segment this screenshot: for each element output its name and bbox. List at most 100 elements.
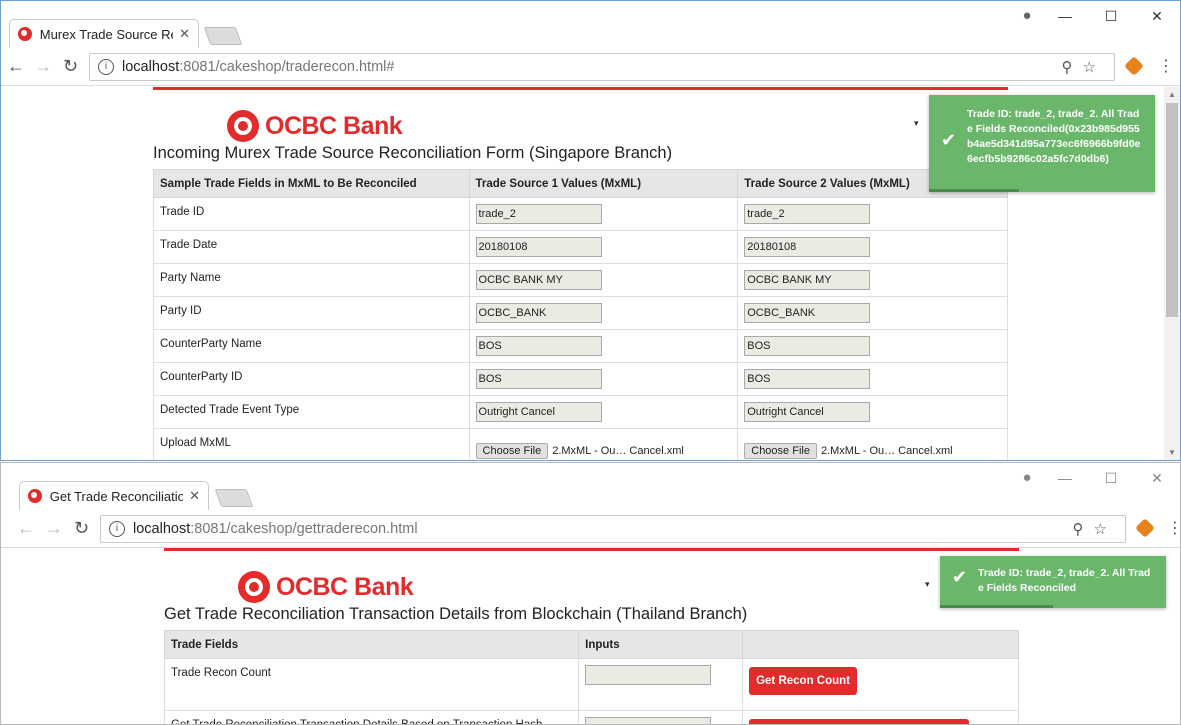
- header-rule: [153, 87, 1008, 90]
- header-rule: [164, 548, 1019, 551]
- table-row: Detected Trade Event Type Outright Cance…: [153, 395, 1008, 429]
- field-label: CounterParty ID: [153, 362, 470, 396]
- check-icon: ✔: [952, 567, 968, 587]
- table-row: Trade ID trade_2 trade_2: [153, 197, 1008, 231]
- browser-tab[interactable]: Get Trade Reconciliation ✕: [19, 481, 209, 510]
- forward-icon[interactable]: →: [45, 518, 63, 539]
- recon-count-input[interactable]: [585, 665, 712, 685]
- source1-field[interactable]: OCBC BANK MY: [475, 270, 602, 290]
- new-tab-button[interactable]: [203, 27, 243, 45]
- tab-title: Get Trade Reconciliation: [49, 488, 184, 504]
- address-host: localhost: [133, 521, 191, 537]
- new-tab-button[interactable]: [214, 489, 254, 507]
- address-bar[interactable]: i localhost:8081/cakeshop/traderecon.htm…: [89, 53, 1115, 81]
- field-label: CounterParty Name: [153, 329, 470, 363]
- metamask-extension-icon[interactable]: [1124, 56, 1144, 76]
- toast-message: Trade ID: trade_2, trade_2. All Trade Fi…: [967, 108, 1141, 165]
- table-row: CounterParty ID BOS BOS: [153, 362, 1008, 396]
- source2-field[interactable]: BOS: [744, 369, 871, 389]
- success-toast[interactable]: ✔ Trade ID: trade_2, trade_2. All Trade …: [940, 556, 1166, 608]
- menu-icon[interactable]: ⋮: [1158, 56, 1174, 76]
- transaction-hash-input[interactable]: [585, 717, 712, 724]
- source1-field[interactable]: BOS: [475, 369, 602, 389]
- column-header: Trade Fields: [163, 630, 580, 659]
- ocbc-logo-icon: [227, 110, 259, 142]
- ocbc-logo-icon: [238, 571, 270, 603]
- source1-field[interactable]: Outright Cancel: [475, 402, 602, 422]
- field-label: Detected Trade Event Type: [153, 395, 470, 429]
- source1-field[interactable]: BOS: [475, 336, 602, 356]
- toolbar: ← → ↻ i localhost:8081/cakeshop/traderec…: [1, 48, 1180, 86]
- reload-icon[interactable]: ↻: [74, 518, 89, 539]
- tab-title: Murex Trade Source Reconciliation: [39, 26, 173, 42]
- menu-icon[interactable]: ⋮: [1167, 518, 1180, 538]
- dropdown-icon[interactable]: ▾: [914, 118, 919, 129]
- choose-file-button-1[interactable]: Choose File: [475, 443, 549, 459]
- metamask-extension-icon[interactable]: [1135, 518, 1155, 538]
- source2-field[interactable]: OCBC_BANK: [744, 303, 871, 323]
- zoom-icon[interactable]: ⚲: [1073, 521, 1094, 538]
- source2-field[interactable]: 20180108: [744, 237, 871, 257]
- reload-icon[interactable]: ↻: [63, 56, 78, 77]
- back-icon[interactable]: ←: [7, 56, 25, 77]
- browser-window-traderecon: Murex Trade Source Reconciliation ✕ ● — …: [0, 0, 1181, 461]
- table-row: Party ID OCBC_BANK OCBC_BANK: [153, 296, 1008, 330]
- close-window-button[interactable]: ✕: [1134, 467, 1180, 489]
- success-toast[interactable]: ✔ Trade ID: trade_2, trade_2. All Trade …: [929, 95, 1155, 192]
- source1-field[interactable]: OCBC_BANK: [475, 303, 602, 323]
- dropdown-icon[interactable]: ▾: [925, 579, 930, 590]
- close-window-button[interactable]: ✕: [1134, 5, 1180, 27]
- maximize-button[interactable]: ☐: [1088, 467, 1134, 489]
- field-label: Trade Date: [153, 230, 470, 264]
- page-title: Get Trade Reconciliation Transaction Det…: [164, 605, 748, 623]
- ocbc-logo: OCBC Bank: [227, 110, 403, 142]
- source2-field[interactable]: trade_2: [744, 204, 871, 224]
- file-name-2: 2.MxML - Ou… Cancel.xml: [820, 445, 953, 457]
- browser-tab[interactable]: Murex Trade Source Reconciliation ✕: [9, 19, 199, 48]
- recon-details-table: Trade Fields Inputs Trade Recon Count Ge…: [163, 630, 1019, 724]
- source2-field[interactable]: BOS: [744, 336, 871, 356]
- account-icon[interactable]: ●: [1012, 5, 1042, 27]
- tab-close-icon[interactable]: ✕: [189, 488, 200, 504]
- tab-close-icon[interactable]: ✕: [179, 26, 190, 42]
- address-host: localhost: [122, 59, 180, 75]
- file-name-1: 2.MxML - Ou… Cancel.xml: [552, 445, 684, 457]
- minimize-button[interactable]: —: [1042, 5, 1088, 27]
- zoom-icon[interactable]: ⚲: [1062, 59, 1083, 76]
- forward-icon[interactable]: →: [34, 56, 52, 77]
- bank-name: OCBC Bank: [276, 572, 414, 601]
- ocbc-favicon-icon: [28, 489, 42, 503]
- table-row: CounterParty Name BOS BOS: [153, 329, 1008, 363]
- scrollbar-thumb[interactable]: [1166, 103, 1178, 317]
- toolbar: ← → ↻ i localhost:8081/cakeshop/gettrade…: [1, 510, 1180, 548]
- info-icon[interactable]: i: [109, 521, 125, 537]
- column-header: Sample Trade Fields in MxML to Be Reconc…: [153, 169, 470, 198]
- source2-field[interactable]: OCBC BANK MY: [744, 270, 871, 290]
- bookmark-star-icon[interactable]: ☆: [1083, 59, 1106, 76]
- table-row: Trade Date 20180108 20180108: [153, 230, 1008, 264]
- field-label: Party Name: [153, 263, 470, 297]
- title-bar: Get Trade Reconciliation ✕ ● — ☐ ✕: [1, 463, 1180, 510]
- column-header: Inputs: [578, 630, 744, 659]
- toast-message: Trade ID: trade_2, trade_2. All Trade Fi…: [978, 567, 1151, 594]
- field-label: Upload MxML: [153, 428, 470, 460]
- scroll-down-icon[interactable]: ▼: [1168, 448, 1176, 457]
- source1-field[interactable]: 20180108: [475, 237, 602, 257]
- column-header: [742, 630, 1019, 659]
- account-icon[interactable]: ●: [1012, 467, 1042, 489]
- get-recon-count-button[interactable]: Get Recon Count: [749, 667, 857, 695]
- choose-file-button-2[interactable]: Choose File: [744, 443, 817, 459]
- scroll-up-icon[interactable]: ▲: [1168, 90, 1176, 99]
- info-icon[interactable]: i: [98, 59, 114, 75]
- source1-field[interactable]: trade_2: [475, 204, 602, 224]
- source2-field[interactable]: Outright Cancel: [744, 402, 871, 422]
- page-viewport: OCBC Bank ▾ Incoming Murex Trade Source …: [1, 87, 1180, 460]
- address-bar[interactable]: i localhost:8081/cakeshop/gettraderecon.…: [100, 515, 1126, 543]
- get-details-button[interactable]: [749, 719, 970, 724]
- maximize-button[interactable]: ☐: [1088, 5, 1134, 27]
- bookmark-star-icon[interactable]: ☆: [1094, 521, 1117, 538]
- back-icon[interactable]: ←: [17, 518, 35, 539]
- minimize-button[interactable]: —: [1042, 467, 1088, 489]
- column-header: Trade Source 1 Values (MxML): [468, 169, 739, 198]
- vertical-scrollbar[interactable]: ▲ ▼: [1164, 87, 1180, 460]
